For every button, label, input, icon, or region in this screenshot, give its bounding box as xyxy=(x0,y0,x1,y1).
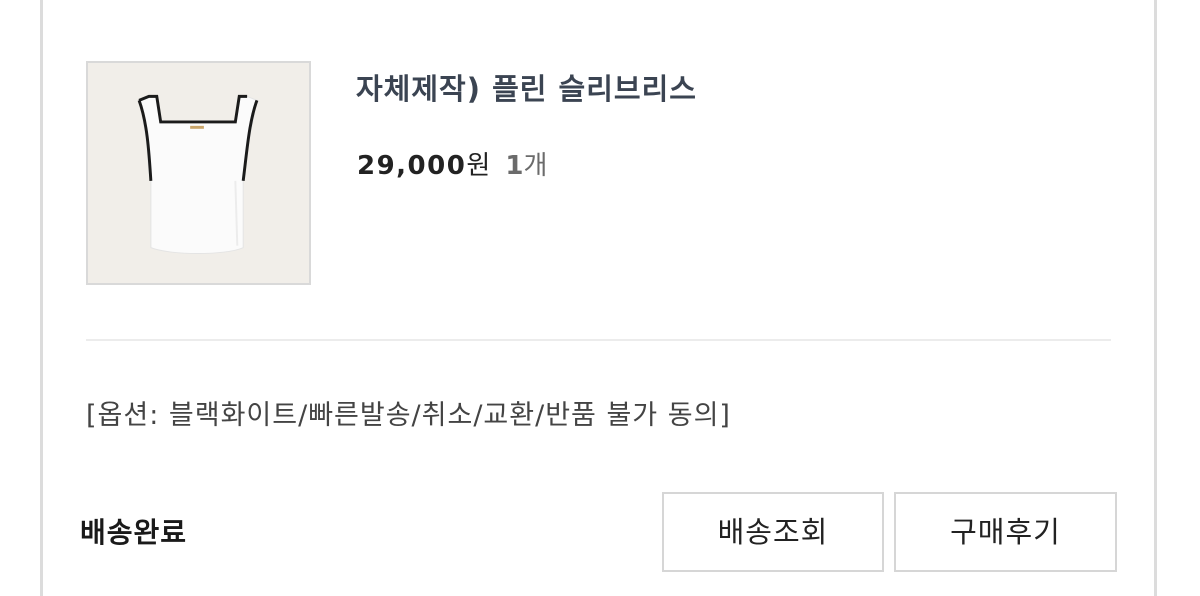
price-currency: 원 xyxy=(466,151,491,181)
product-name[interactable]: 자체제작) 플린 슬리브리스 xyxy=(356,66,697,108)
product-price: 29,000 xyxy=(357,151,467,181)
write-review-button[interactable]: 구매후기 xyxy=(894,492,1117,572)
product-thumbnail[interactable] xyxy=(86,61,311,285)
sleeveless-top-image xyxy=(88,63,309,283)
quantity-number: 1 xyxy=(505,151,524,181)
quantity-unit: 개 xyxy=(523,151,548,181)
product-option: [옵션: 블랙화이트/빠른발송/취소/교환/반품 불가 동의] xyxy=(86,400,731,431)
divider xyxy=(86,339,1111,341)
product-quantity: 1개 xyxy=(505,151,547,181)
price-row: 29,000원 1개 xyxy=(357,145,547,182)
track-delivery-button[interactable]: 배송조회 xyxy=(662,492,884,572)
delivery-status: 배송완료 xyxy=(80,516,188,549)
